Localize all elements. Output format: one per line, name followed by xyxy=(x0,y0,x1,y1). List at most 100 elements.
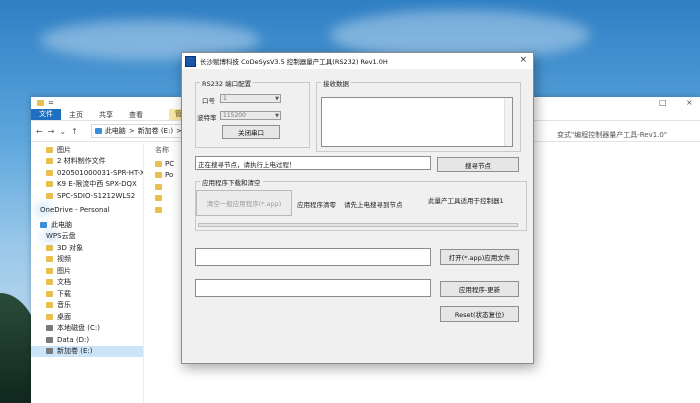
sidebar-item-label: 文档 xyxy=(57,278,71,287)
breadcrumb-drive[interactable]: 新加卷 (E:) xyxy=(138,126,173,136)
quick-access-toolbar[interactable]: = xyxy=(48,99,54,107)
baud-rate-select[interactable]: 115200 ▼ xyxy=(220,111,281,120)
sidebar-item[interactable]: 文档 xyxy=(31,277,143,289)
folder-icon xyxy=(46,146,53,153)
tab-home[interactable]: 主页 xyxy=(61,110,91,120)
status-textbox[interactable]: 正在搜寻节点，请执行上电过程！ xyxy=(195,156,431,170)
dialog-titlebar: 长沙赋博科技 CoDeSysV3.5 控制器量产工具(RS232) Rev1.0… xyxy=(182,53,533,69)
sidebar-item-label: 图片 xyxy=(57,266,71,275)
sidebar-item[interactable]: 下载 xyxy=(31,288,143,300)
tab-file[interactable]: 文件 xyxy=(31,109,61,120)
clear-app-button[interactable]: 清空一般应用程序(*.app) xyxy=(196,190,292,216)
chevron-down-icon: ▼ xyxy=(275,96,279,102)
forward-arrow-icon[interactable]: → xyxy=(48,127,55,136)
up-arrow-icon[interactable]: ↑ xyxy=(71,127,78,136)
sidebar-item-label: 2 材料制作文件 xyxy=(57,157,106,166)
file-icon xyxy=(155,160,162,167)
search-box-placeholder[interactable]: 变式"编程控制器量产工具-Rev1.0" xyxy=(557,130,667,140)
back-arrow-icon[interactable]: ← xyxy=(36,127,43,136)
file-list: 名称 PC Po xyxy=(155,144,175,403)
folder-icon xyxy=(46,279,53,286)
port-select[interactable]: 1 ▼ xyxy=(220,94,281,103)
sidebar-item-label: 本地磁盘 (C:) xyxy=(57,324,100,333)
sidebar-item[interactable]: 新加卷 (E:) xyxy=(31,345,143,357)
clear-note-label: 应用程序清零 xyxy=(297,201,336,209)
close-icon[interactable]: × xyxy=(519,55,527,65)
port-select-value: 1 xyxy=(223,95,227,102)
drive-icon xyxy=(46,348,53,355)
file-name: PC xyxy=(165,159,175,168)
folder-icon xyxy=(46,158,53,165)
sidebar-item[interactable]: 视频 xyxy=(31,254,143,266)
receive-data-textarea[interactable] xyxy=(321,97,513,147)
folder-icon xyxy=(46,192,53,199)
reset-button[interactable]: Reset(状态复位) xyxy=(440,306,519,322)
file-icon xyxy=(155,172,162,179)
search-node-button[interactable]: 搜寻节点 xyxy=(437,157,519,172)
sidebar-item[interactable]: 2 材料制作文件 xyxy=(31,156,143,168)
sidebar-item-label: 3D 对象 xyxy=(57,243,84,252)
sidebar-item-label: Data (D:) xyxy=(57,335,90,344)
sidebar-item-label: 020501000031-SPR-HT-X xyxy=(57,168,143,177)
file-icon xyxy=(155,195,162,202)
tool-note: 此量产工具适用于控制器1 xyxy=(428,197,504,205)
folder-icon xyxy=(46,290,53,297)
sidebar-item-label: 此电脑 xyxy=(51,220,72,229)
list-item[interactable] xyxy=(155,193,175,205)
app-icon xyxy=(185,55,196,67)
folder-icon xyxy=(46,313,53,320)
app-file-path-input[interactable] xyxy=(195,248,431,266)
sidebar-item-onedrive[interactable]: OneDrive - Personal xyxy=(31,205,143,217)
sidebar-item-label: 新加卷 (E:) xyxy=(57,347,93,356)
sidebar-item[interactable]: 桌面 xyxy=(31,311,143,323)
tab-view[interactable]: 查看 xyxy=(121,110,151,120)
chevron-down-icon[interactable]: ⌄ xyxy=(59,127,66,136)
scrollbar[interactable] xyxy=(504,98,512,146)
sidebar-item[interactable]: 图片 xyxy=(31,265,143,277)
sidebar-item-label: 下载 xyxy=(57,289,71,298)
file-name: Po xyxy=(165,171,174,180)
drive-icon xyxy=(46,336,53,343)
mass-production-tool-dialog: 长沙赋博科技 CoDeSysV3.5 控制器量产工具(RS232) Rev1.0… xyxy=(181,52,534,364)
computer-icon xyxy=(40,221,47,228)
column-header-name[interactable]: 名称 xyxy=(155,144,175,156)
port-label: 口号 xyxy=(202,97,215,105)
sidebar-item-label: 图片 xyxy=(57,145,71,154)
computer-icon xyxy=(94,128,102,134)
sidebar-item[interactable]: 本地磁盘 (C:) xyxy=(31,323,143,335)
sidebar-item[interactable]: 3D 对象 xyxy=(31,242,143,254)
sidebar-item[interactable]: 音乐 xyxy=(31,300,143,312)
sidebar-item[interactable]: Data (D:) xyxy=(31,334,143,346)
close-icon[interactable]: × xyxy=(686,98,693,107)
baud-select-value: 115200 xyxy=(223,112,246,119)
list-item[interactable]: PC xyxy=(155,158,175,170)
sidebar-item-label: K9 E-限流中西 SPX-DQX xyxy=(57,180,137,189)
close-port-button[interactable]: 关闭串口 xyxy=(222,125,280,139)
file-icon xyxy=(155,206,162,213)
sidebar-item[interactable]: WPS云盘 xyxy=(31,231,143,243)
open-app-file-button[interactable]: 打开(*.app)应用文件 xyxy=(440,249,519,265)
list-item[interactable]: Po xyxy=(155,170,175,182)
update-status-input[interactable] xyxy=(195,279,431,297)
sidebar-item[interactable]: K9 E-限流中西 SPX-DQX xyxy=(31,179,143,191)
group-title: 接收数据 xyxy=(321,78,351,88)
tab-share[interactable]: 共享 xyxy=(91,110,121,120)
maximize-icon[interactable]: □ xyxy=(659,98,667,107)
sidebar-item-this-pc[interactable]: 此电脑 xyxy=(31,219,143,231)
folder-icon xyxy=(46,181,53,188)
sidebar-item-label: SPC-SDIO-S1212WLS2 xyxy=(57,191,136,200)
sidebar-item[interactable]: 图片 xyxy=(31,144,143,156)
update-app-button[interactable]: 应用程序-更新 xyxy=(440,281,519,297)
sidebar-item[interactable]: SPC-SDIO-S1212WLS2 xyxy=(31,190,143,202)
baud-label: 波特率 xyxy=(197,114,217,122)
breadcrumb-this-pc[interactable]: 此电脑 xyxy=(105,126,126,136)
folder-icon xyxy=(46,302,53,309)
sidebar-item-label: 桌面 xyxy=(57,312,71,321)
folder-icon xyxy=(46,244,53,251)
list-item[interactable] xyxy=(155,181,175,193)
sidebar-item-label: OneDrive - Personal xyxy=(40,206,110,215)
drive-icon xyxy=(46,325,53,332)
sidebar-item[interactable]: 020501000031-SPR-HT-X xyxy=(31,167,143,179)
group-title: 应用程序下载和清空 xyxy=(200,177,263,187)
list-item[interactable] xyxy=(155,204,175,216)
